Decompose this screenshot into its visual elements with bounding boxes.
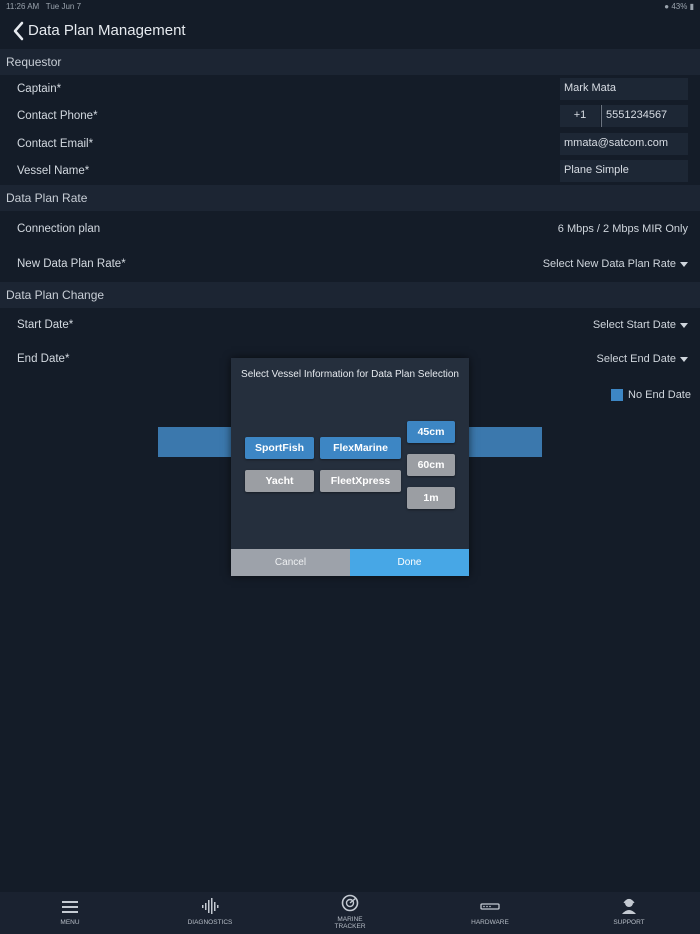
status-right: ● 43% ▮ <box>664 2 694 11</box>
tab-hardware-label: HARDWARE <box>471 919 509 926</box>
new-rate-dropdown-value: Select New Data Plan Rate <box>542 258 676 270</box>
waveform-icon <box>202 898 219 914</box>
caret-down-icon <box>680 356 688 362</box>
page-title: Data Plan Management <box>28 22 186 39</box>
vessel-row: Vessel Name* Plane Simple <box>0 160 700 182</box>
vessel-option-yacht[interactable]: Yacht <box>245 470 314 492</box>
new-rate-row: New Data Plan Rate* Select New Data Plan… <box>0 257 700 275</box>
vessel-selection-modal: Select Vessel Information for Data Plan … <box>231 358 469 576</box>
vessel-option-sportfish[interactable]: SportFish <box>245 437 314 459</box>
caret-down-icon <box>680 322 688 328</box>
status-date: Tue Jun 7 <box>45 2 82 11</box>
start-date-label: Start Date* <box>17 319 74 331</box>
size-option-60cm[interactable]: 60cm <box>407 454 455 476</box>
submit-button-right[interactable] <box>468 427 542 457</box>
tab-marine-tracker-label: MARINE TRACKER <box>334 916 366 930</box>
tab-marine-tracker[interactable]: MARINE TRACKER <box>310 892 390 934</box>
cancel-button[interactable]: Cancel <box>231 549 350 576</box>
tab-diagnostics-label: DIAGNOSTICS <box>187 919 233 926</box>
tab-menu-label: MENU <box>60 919 80 926</box>
status-bar: 11:26 AM Tue Jun 7 ● 43% ▮ <box>0 0 700 14</box>
phone-country-code[interactable]: +1 <box>560 105 600 127</box>
no-end-date-checkbox[interactable] <box>611 389 623 401</box>
caret-down-icon <box>680 261 688 267</box>
phone-row: Contact Phone* +1 5551234567 <box>0 105 700 127</box>
end-date-label: End Date* <box>17 353 70 365</box>
nav-bar: Data Plan Management <box>0 14 700 48</box>
section-requestor: Requestor <box>0 49 700 75</box>
vessel-option-fleetxpress[interactable]: FleetXpress <box>320 470 401 492</box>
captain-input[interactable]: Mark Mata <box>560 78 688 100</box>
connection-row: Connection plan 6 Mbps / 2 Mbps MIR Only <box>0 222 700 240</box>
section-rate: Data Plan Rate <box>0 185 700 211</box>
done-button[interactable]: Done <box>350 549 469 576</box>
router-icon <box>480 903 500 910</box>
no-end-date-label: No End Date <box>628 389 691 401</box>
captain-row: Captain* Mark Mata <box>0 78 700 100</box>
new-rate-dropdown[interactable]: Select New Data Plan Rate <box>543 258 688 270</box>
status-time: 11:26 AM <box>6 2 40 11</box>
section-change-title: Data Plan Change <box>6 288 105 302</box>
connection-value: 6 Mbps / 2 Mbps MIR Only <box>557 223 688 235</box>
email-input[interactable]: mmata@satcom.com <box>560 133 688 155</box>
tab-bar: MENU DIAGNOSTICS MARINE TRACKER HARDWARE <box>0 892 700 934</box>
modal-title: Select Vessel Information for Data Plan … <box>241 369 459 380</box>
vessel-label: Vessel Name* <box>17 165 90 177</box>
tab-menu[interactable]: MENU <box>30 892 110 934</box>
section-rate-title: Data Plan Rate <box>6 191 88 205</box>
battery-percent: 43% <box>671 2 688 11</box>
new-rate-label: New Data Plan Rate* <box>17 258 126 270</box>
section-requestor-title: Requestor <box>6 55 62 69</box>
captain-label: Captain* <box>17 83 62 95</box>
battery-icon: ▮ <box>689 2 694 11</box>
status-time-date: 11:26 AM Tue Jun 7 <box>6 2 81 11</box>
email-label: Contact Email* <box>17 138 94 150</box>
submit-button-left[interactable] <box>158 427 232 457</box>
start-date-dropdown-value: Select Start Date <box>592 319 676 331</box>
size-option-1m[interactable]: 1m <box>407 487 455 509</box>
email-row: Contact Email* mmata@satcom.com <box>0 133 700 155</box>
start-date-dropdown[interactable]: Select Start Date <box>593 319 688 331</box>
vessel-input[interactable]: Plane Simple <box>560 160 688 182</box>
support-agent-icon <box>622 898 636 914</box>
tab-hardware[interactable]: HARDWARE <box>450 892 530 934</box>
connection-label: Connection plan <box>17 223 101 235</box>
tab-support-label: SUPPORT <box>613 919 645 926</box>
radar-icon <box>341 894 359 912</box>
back-chevron-icon[interactable] <box>10 20 30 42</box>
vessel-option-flexmarine[interactable]: FlexMarine <box>320 437 401 459</box>
menu-icon <box>62 901 78 913</box>
phone-label: Contact Phone* <box>17 110 98 122</box>
phone-input[interactable]: 5551234567 <box>601 105 688 127</box>
size-option-45cm[interactable]: 45cm <box>407 421 455 443</box>
end-date-dropdown-value: Select End Date <box>596 353 677 365</box>
tab-support[interactable]: SUPPORT <box>589 892 669 934</box>
section-change: Data Plan Change <box>0 282 700 308</box>
tab-diagnostics[interactable]: DIAGNOSTICS <box>170 892 250 934</box>
start-date-row: Start Date* Select Start Date <box>0 318 700 336</box>
wifi-icon: ● <box>664 2 670 11</box>
end-date-dropdown[interactable]: Select End Date <box>596 353 688 365</box>
